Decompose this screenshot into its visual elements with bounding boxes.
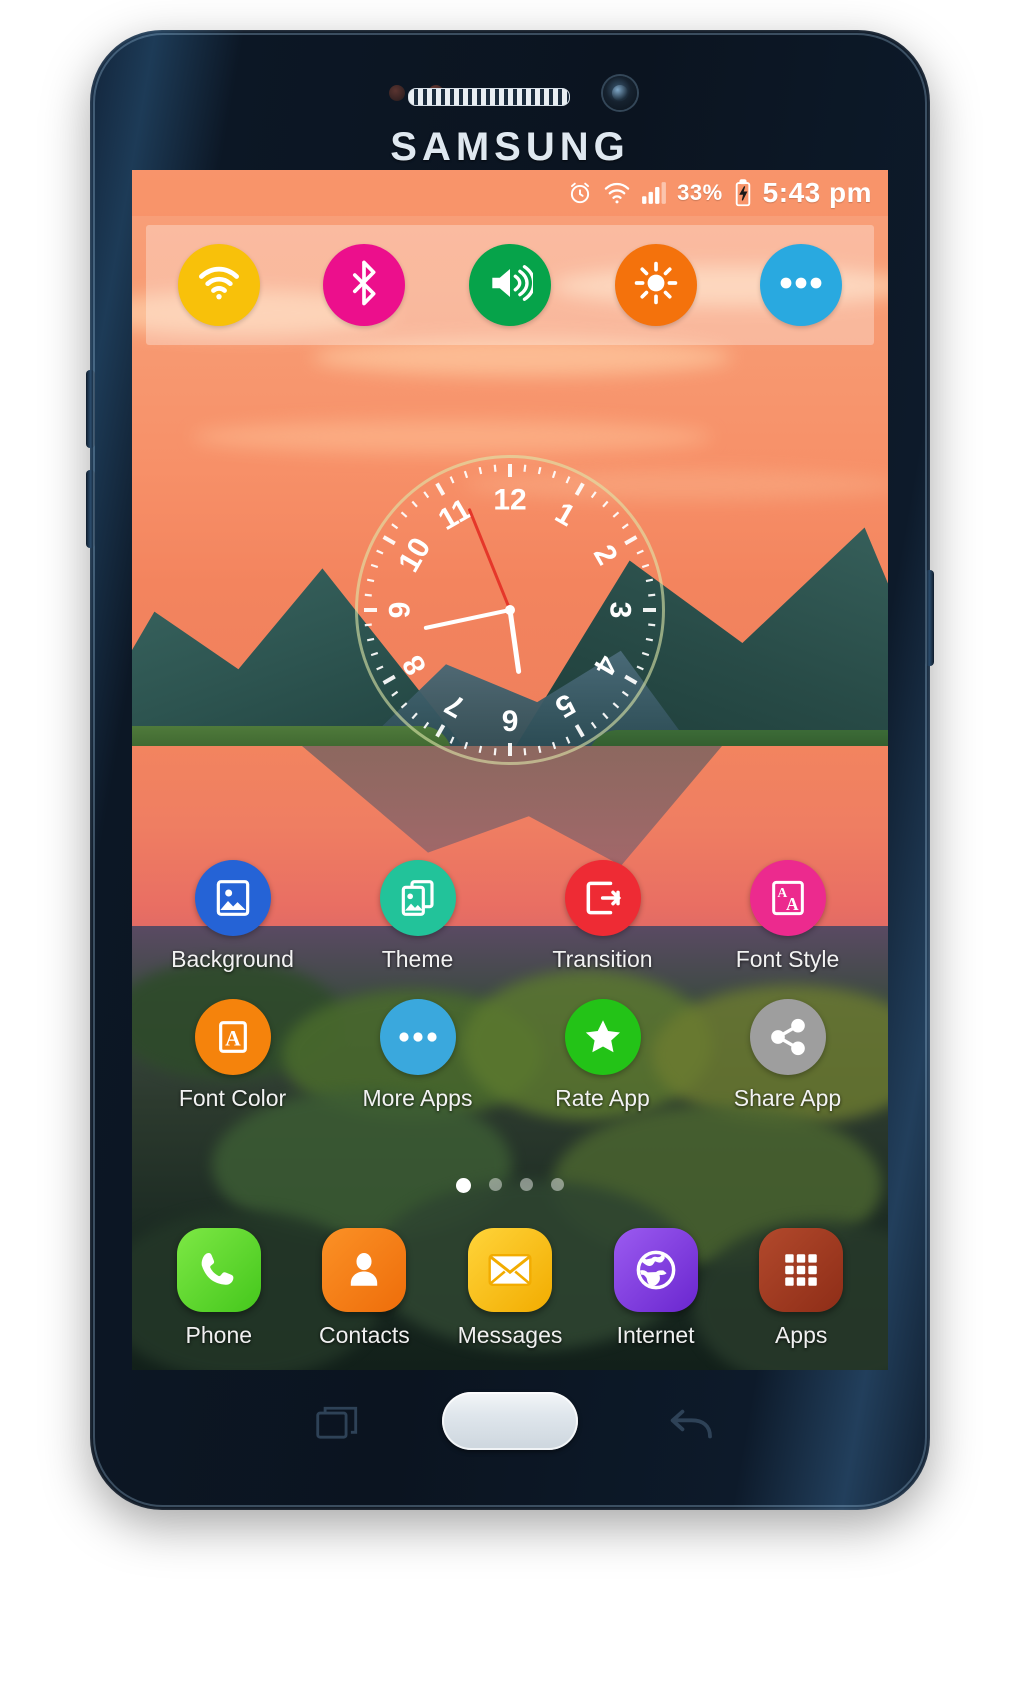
svg-text:A: A — [786, 894, 799, 914]
font-color-a-icon[interactable]: A — [194, 999, 271, 1075]
app-label: Font Style — [735, 946, 840, 972]
more-dots-icon[interactable] — [379, 999, 456, 1075]
home-button[interactable] — [442, 1392, 578, 1450]
wifi-icon — [197, 265, 241, 306]
proximity-sensor-icon — [389, 85, 405, 101]
quick-toggle-sound[interactable] — [468, 244, 551, 326]
app-rate-app[interactable]: Rate App — [520, 999, 686, 1112]
apps-grid-icon[interactable] — [759, 1228, 844, 1312]
wifi-icon — [603, 181, 631, 205]
dock-label: Internet — [616, 1322, 695, 1348]
font-style-aa-icon[interactable]: A A — [749, 860, 826, 936]
phone-screen: 33% 5:43 pm 12 1 2 3 4 5 6 7 8 9 10 11 B… — [132, 170, 888, 1370]
samsung-phone-device: SAMSUNG 33% 5:43 pm 12 1 2 3 4 5 6 7 8 9… — [86, 30, 934, 1510]
page-indicator — [132, 1178, 888, 1193]
share-nodes-icon[interactable] — [749, 999, 826, 1075]
clock-center-cap — [505, 605, 515, 615]
app-label: Theme — [381, 946, 454, 972]
app-share-app[interactable]: Share App — [705, 999, 871, 1112]
image-picture-icon[interactable] — [194, 860, 271, 936]
app-row-2: A Font Color More Apps Rate App Share Ap… — [140, 999, 880, 1112]
battery-percent-label: 33% — [677, 180, 723, 205]
app-label: Font Color — [178, 1085, 287, 1111]
more-dots-icon — [778, 275, 824, 296]
contact-person-icon[interactable] — [322, 1228, 407, 1312]
dock-label: Contacts — [319, 1322, 410, 1348]
status-bar: 33% 5:43 pm — [132, 170, 888, 216]
samsung-brand-logo: SAMSUNG — [390, 125, 630, 169]
page-dot[interactable] — [551, 1178, 564, 1191]
bluetooth-icon — [349, 260, 379, 311]
app-label: Transition — [552, 946, 653, 972]
earpiece-speaker — [408, 88, 570, 106]
page-dot[interactable] — [456, 1178, 471, 1193]
app-theme[interactable]: Theme — [335, 860, 501, 973]
transition-arrow-icon[interactable] — [564, 860, 641, 936]
images-stack-icon[interactable] — [379, 860, 456, 936]
volume-icon — [487, 263, 536, 308]
clock-numeral: 8 — [396, 650, 433, 681]
phone-bottom-bezel — [90, 1370, 930, 1510]
app-transition[interactable]: Transition — [520, 860, 686, 973]
dock-label: Phone — [185, 1322, 253, 1348]
analog-clock-widget[interactable]: 12 1 2 3 4 5 6 7 8 9 10 11 — [355, 455, 665, 765]
app-background[interactable]: Background — [150, 860, 316, 973]
app-label: More Apps — [362, 1085, 473, 1111]
home-screen-app-grid: Background Theme Transition A A Font Sty… — [140, 860, 880, 1138]
phone-handset-icon[interactable] — [176, 1228, 261, 1312]
clock-numeral: 9 — [384, 602, 417, 619]
power-button[interactable] — [925, 570, 934, 666]
app-font-style[interactable]: A A Font Style — [705, 860, 871, 973]
dock-item-apps[interactable]: Apps — [735, 1228, 867, 1349]
recents-key-icon[interactable] — [315, 1406, 359, 1440]
globe-icon[interactable] — [613, 1228, 698, 1312]
dock-item-contacts[interactable]: Contacts — [298, 1228, 430, 1349]
clock-numeral: 10 — [392, 532, 437, 577]
clock-second-hand — [468, 508, 512, 612]
app-row-1: Background Theme Transition A A Font Sty… — [140, 860, 880, 973]
clock-numeral: 4 — [587, 650, 624, 681]
dock-bar: Phone Contacts Messages Internet Apps — [132, 1228, 888, 1349]
clock-hour-hand — [507, 607, 522, 674]
app-label: Share App — [733, 1085, 842, 1111]
app-label: Background — [171, 946, 294, 972]
clock-face: 12 1234567891011 — [364, 464, 656, 756]
dock-label: Messages — [457, 1322, 563, 1348]
quick-toggle-brightness[interactable] — [614, 244, 697, 326]
app-more-apps[interactable]: More Apps — [335, 999, 501, 1112]
volume-up-button[interactable] — [86, 370, 95, 448]
phone-top-bezel: SAMSUNG — [90, 30, 930, 180]
clock-numeral: 12 — [493, 484, 526, 517]
page-dot[interactable] — [520, 1178, 533, 1191]
quick-toggle-wifi[interactable] — [177, 244, 260, 326]
app-font-color[interactable]: A Font Color — [150, 999, 316, 1112]
page-dot[interactable] — [489, 1178, 502, 1191]
clock-minute-hand — [423, 608, 512, 630]
signal-bars-icon — [641, 181, 667, 205]
quick-toggle-more[interactable] — [760, 244, 843, 326]
brightness-sun-icon — [634, 261, 678, 310]
front-camera-icon — [603, 76, 637, 110]
clock-numeral: 1 — [550, 496, 581, 533]
battery-charging-icon — [733, 179, 753, 207]
dock-label: Apps — [774, 1322, 828, 1348]
clock-numeral: 2 — [587, 540, 624, 571]
envelope-icon[interactable] — [467, 1228, 552, 1312]
clock-numeral: 5 — [550, 687, 581, 724]
clock-numeral: 6 — [502, 704, 519, 737]
quick-settings-panel — [146, 225, 874, 345]
clock-numeral: 3 — [604, 602, 637, 619]
dock-item-messages[interactable]: Messages — [444, 1228, 576, 1349]
status-bar-clock: 5:43 pm — [762, 177, 872, 208]
back-key-icon[interactable] — [667, 1404, 715, 1442]
star-icon[interactable] — [564, 999, 641, 1075]
alarm-icon — [567, 180, 593, 206]
svg-text:A: A — [225, 1027, 241, 1051]
dock-item-phone[interactable]: Phone — [153, 1228, 285, 1349]
volume-down-button[interactable] — [86, 470, 95, 548]
app-label: Rate App — [555, 1085, 650, 1111]
quick-toggle-bluetooth[interactable] — [323, 244, 406, 326]
clock-numeral: 7 — [440, 687, 471, 724]
dock-item-internet[interactable]: Internet — [590, 1228, 722, 1349]
